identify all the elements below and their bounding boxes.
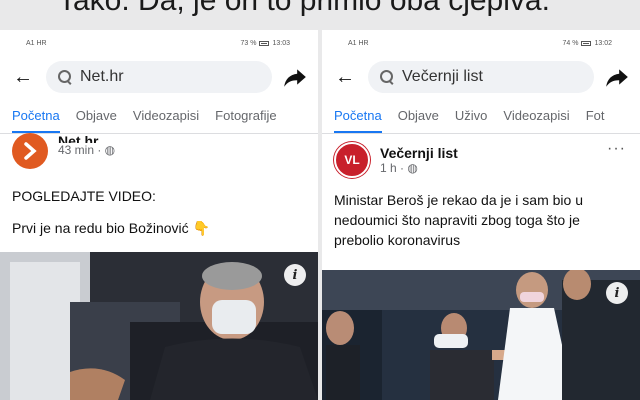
search-input[interactable]: Net.hr — [46, 61, 272, 93]
post-line: Ministar Beroš je rekao da je i sam bio … — [334, 192, 583, 248]
post-line: Prvi je na redu bio Božinović 👇 — [12, 220, 210, 236]
share-arrow-icon[interactable] — [282, 64, 308, 90]
tab-uzivo[interactable]: Uživo — [455, 98, 488, 133]
right-screenshot: A1 HR 74 % 13:02 ← Večernji list Početna… — [322, 30, 640, 400]
info-icon[interactable]: i — [606, 282, 628, 304]
battery-percent: 73 % — [240, 39, 257, 47]
tab-fotografije[interactable]: Fotografije — [215, 98, 276, 133]
post-header: VL Večernji list 1 h · ◍ ··· — [322, 134, 640, 186]
post-header: Net.hr 43 min · ◍ — [0, 133, 318, 178]
carrier-label: A1 HR — [26, 39, 47, 47]
avatar[interactable]: VL — [334, 142, 370, 178]
tab-pocetna[interactable]: Početna — [334, 98, 382, 133]
post-text: Ministar Beroš je rekao da je i sam bio … — [322, 186, 640, 250]
tab-fotografije[interactable]: Fot — [586, 98, 605, 133]
post-text: POGLEDAJTE VIDEO: Prvi je na redu bio Bo… — [0, 178, 318, 238]
search-icon — [380, 70, 394, 84]
search-bar: ← Večernji list — [322, 56, 640, 98]
post-line: POGLEDAJTE VIDEO: — [12, 188, 156, 204]
page-tabs: Početna Objave Videozapisi Fotografije — [0, 98, 318, 134]
left-screenshot: A1 HR 73 % 13:03 ← Net.hr Početna Objave… — [0, 30, 318, 400]
search-value: Net.hr — [80, 68, 124, 85]
post-time: 1 h · ◍ — [380, 161, 418, 175]
tab-objave[interactable]: Objave — [398, 98, 439, 133]
post-time: 43 min · ◍ — [58, 143, 116, 157]
status-bar: A1 HR 73 % 13:03 — [0, 30, 318, 56]
search-bar: ← Net.hr — [0, 56, 318, 98]
page-name[interactable]: Net.hr — [58, 133, 115, 143]
arrow-left-icon[interactable]: ← — [332, 66, 358, 89]
page-name[interactable]: Večernji list — [380, 145, 458, 161]
more-options-icon[interactable]: ··· — [607, 140, 626, 158]
avatar[interactable] — [12, 133, 48, 169]
search-value: Večernji list — [402, 68, 483, 85]
arrow-left-icon[interactable]: ← — [10, 66, 36, 89]
search-icon — [58, 70, 72, 84]
clock: 13:02 — [594, 39, 612, 47]
battery-icon — [581, 40, 592, 46]
tab-videozapisi[interactable]: Videozapisi — [133, 98, 199, 133]
video-image — [0, 252, 318, 400]
tab-videozapisi[interactable]: Videozapisi — [503, 98, 569, 133]
tab-objave[interactable]: Objave — [76, 98, 117, 133]
video-image — [322, 270, 640, 400]
info-icon[interactable]: i — [284, 264, 306, 286]
tab-pocetna[interactable]: Početna — [12, 98, 60, 133]
carrier-label: A1 HR — [348, 39, 369, 47]
share-arrow-icon[interactable] — [604, 64, 630, 90]
status-bar: A1 HR 74 % 13:02 — [322, 30, 640, 56]
battery-icon — [259, 40, 270, 46]
page-tabs: Početna Objave Uživo Videozapisi Fot — [322, 98, 640, 134]
battery-percent: 74 % — [562, 39, 579, 47]
video-thumbnail[interactable]: i — [0, 252, 318, 400]
clock: 13:03 — [272, 39, 290, 47]
top-caption: Tako. Da, je on to primio oba cjepiva. — [58, 0, 550, 17]
chevron-right-icon — [24, 142, 37, 160]
video-thumbnail[interactable]: i — [322, 270, 640, 400]
search-input[interactable]: Večernji list — [368, 61, 594, 93]
